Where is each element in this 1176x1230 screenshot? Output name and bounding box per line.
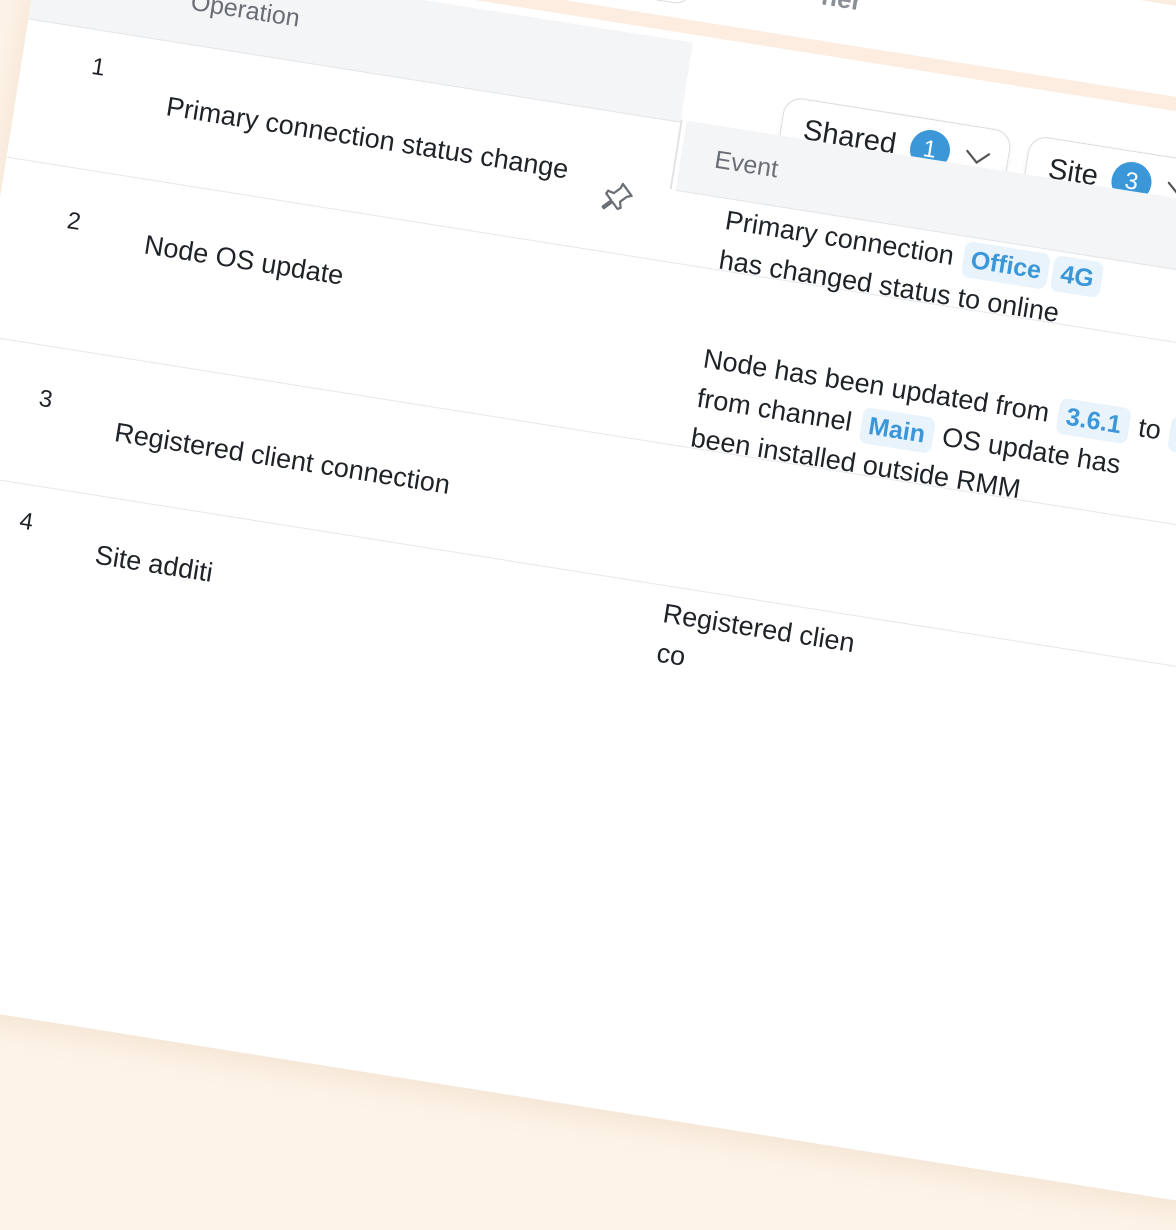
index-column-header: # xyxy=(117,0,133,6)
rotated-stage: ner Shared 1 Site 3 Event # Operation 1 … xyxy=(0,0,1176,1230)
row-number: 3 xyxy=(37,384,55,414)
operation-column-header[interactable]: Operation xyxy=(189,0,302,34)
main-card: ner Shared 1 Site 3 Event # Operation 1 … xyxy=(0,0,1176,1211)
operation-name: Registered client connection xyxy=(112,417,453,500)
next-button[interactable] xyxy=(624,0,700,6)
operation-name: Node OS update xyxy=(142,229,346,291)
tag-version-from[interactable]: 3.6.1 xyxy=(1055,397,1132,445)
tag-office[interactable]: Office xyxy=(960,240,1052,290)
tag-4g[interactable]: 4G xyxy=(1049,254,1105,299)
operation-name: Site additi xyxy=(93,539,215,588)
event-text-part: to xyxy=(1136,412,1164,446)
tag-version-to[interactable]: 3.7 xyxy=(1167,415,1176,459)
row-number: 2 xyxy=(65,207,83,236)
event-text-part: co xyxy=(654,637,688,672)
tag-channel[interactable]: Main xyxy=(857,406,936,454)
row-number: 4 xyxy=(17,507,36,537)
operation-name: Primary connection status change xyxy=(164,91,571,185)
row-number: 1 xyxy=(89,53,108,82)
page-title-fragment: ner xyxy=(819,0,865,17)
pin-icon[interactable] xyxy=(597,176,638,217)
